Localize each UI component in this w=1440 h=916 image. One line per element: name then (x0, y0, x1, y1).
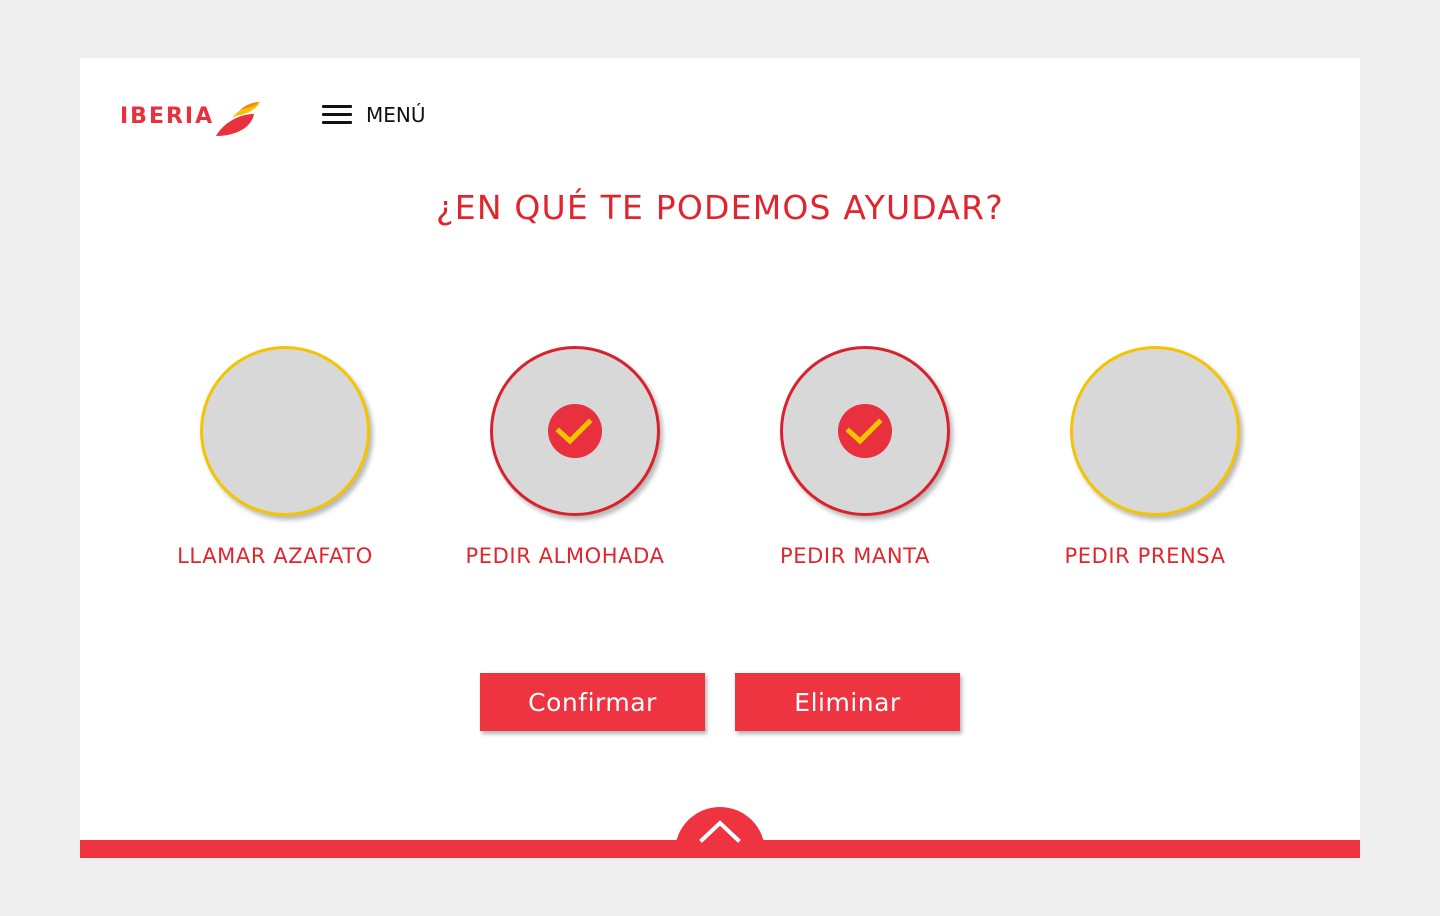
option-llamar-azafato[interactable]: LLAMAR AZAFATO (145, 346, 405, 586)
delete-button[interactable]: Eliminar (735, 673, 960, 731)
scroll-up-button[interactable] (675, 807, 765, 858)
iberia-logo: IBERIA (120, 100, 262, 140)
checkmark-icon (838, 404, 892, 458)
option-label: PEDIR ALMOHADA (465, 544, 665, 568)
option-pedir-prensa[interactable]: PEDIR PRENSA (1015, 346, 1275, 586)
option-label: PEDIR MANTA (780, 544, 930, 568)
option-label: PEDIR PRENSA (1064, 544, 1226, 568)
page-title: ¿EN QUÉ TE PODEMOS AYUDAR? (436, 188, 1004, 227)
option-circle[interactable] (490, 346, 660, 516)
chevron-up-icon (699, 820, 741, 843)
menu-label: MENÚ (366, 103, 426, 127)
menu-button[interactable]: MENÚ (322, 102, 426, 128)
option-circle[interactable] (200, 346, 370, 516)
checkmark-icon (548, 404, 602, 458)
confirm-button[interactable]: Confirmar (480, 673, 705, 731)
iberia-logo-icon (216, 102, 261, 136)
option-circle[interactable] (780, 346, 950, 516)
option-circle[interactable] (1070, 346, 1240, 516)
main-panel: IBERIA MENÚ ¿EN QUÉ TE PODEMOS AYUDAR? L… (80, 58, 1360, 858)
option-pedir-manta[interactable]: PEDIR MANTA (725, 346, 985, 586)
hamburger-icon (322, 104, 352, 126)
option-label: LLAMAR AZAFATO (177, 544, 373, 568)
logo-text: IBERIA (120, 104, 215, 129)
option-pedir-almohada[interactable]: PEDIR ALMOHADA (435, 346, 695, 586)
